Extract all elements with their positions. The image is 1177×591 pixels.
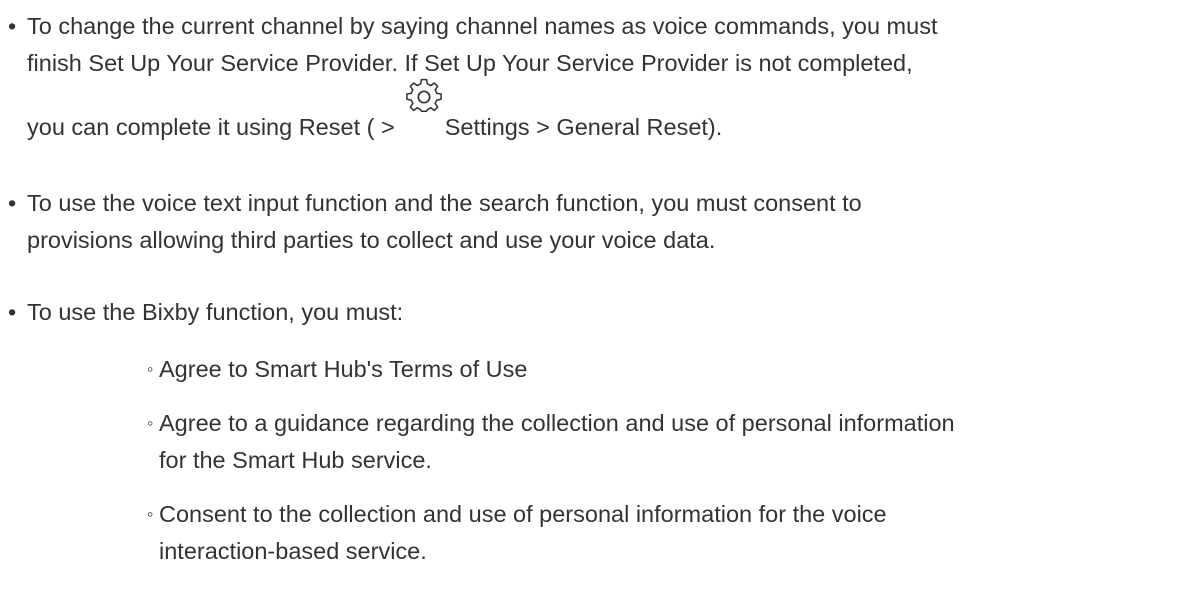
sub-item-line: Consent to the collection and use of per… bbox=[159, 501, 887, 527]
sub-item-line: for the Smart Hub service. bbox=[159, 447, 432, 473]
item-line: To use the voice text input function and… bbox=[27, 190, 862, 216]
bullet-item-voice-consent: • To use the voice text input function a… bbox=[0, 185, 1177, 259]
item-line: To change the current channel by saying … bbox=[27, 13, 938, 39]
bullet-marker: • bbox=[8, 13, 17, 39]
document-page: • To change the current channel by sayin… bbox=[0, 0, 1177, 591]
sub-item-terms-of-use: ◦ Agree to Smart Hub's Terms of Use bbox=[147, 351, 1147, 388]
bullet-item-service-provider: • To change the current channel by sayin… bbox=[0, 8, 1177, 146]
sub-item-voice-consent: ◦ Consent to the collection and use of p… bbox=[147, 496, 1147, 570]
sub-item-line: Agree to a guidance regarding the collec… bbox=[159, 410, 955, 436]
bullet-item-bixby: • To use the Bixby function, you must: bbox=[0, 294, 1177, 331]
bullet-marker: • bbox=[8, 190, 17, 216]
sub-bullet-marker: ◦ bbox=[147, 413, 154, 433]
sub-item-guidance: ◦ Agree to a guidance regarding the coll… bbox=[147, 405, 1147, 479]
item-line: finish Set Up Your Service Provider. If … bbox=[27, 50, 913, 76]
item-line-text: Settings > General Reset). bbox=[444, 114, 723, 140]
item-line: To use the Bixby function, you must: bbox=[27, 299, 404, 325]
settings-gear-icon bbox=[405, 78, 443, 116]
sub-bullet-marker: ◦ bbox=[147, 504, 154, 524]
item-line-text: you can complete it using Reset ( > bbox=[27, 114, 395, 140]
item-line-with-icon: you can complete it using Reset ( > Sett… bbox=[27, 78, 1177, 146]
sub-item-line: Agree to Smart Hub's Terms of Use bbox=[159, 356, 528, 382]
item-line: provisions allowing third parties to col… bbox=[27, 227, 716, 253]
sub-item-line: interaction-based service. bbox=[159, 538, 427, 564]
sub-bullet-marker: ◦ bbox=[147, 359, 154, 379]
bullet-marker: • bbox=[8, 299, 17, 325]
